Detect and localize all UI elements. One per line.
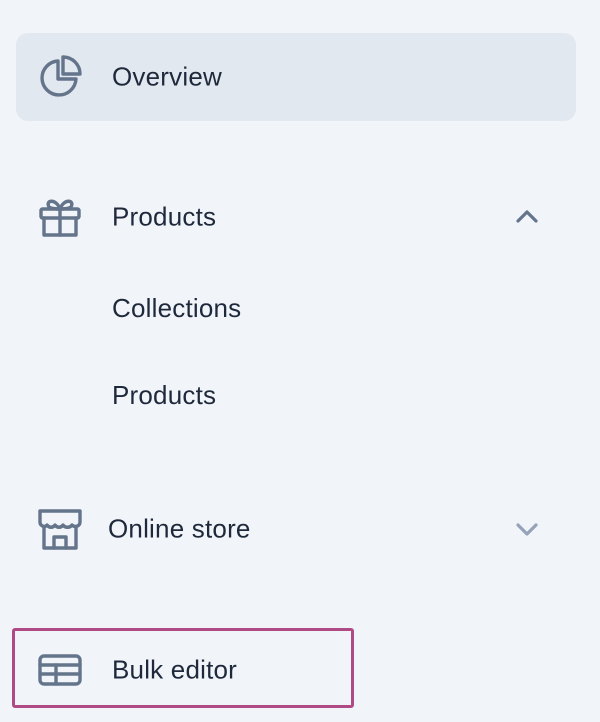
nav-item-label: Bulk editor (112, 654, 238, 685)
nav-item-label: Products (112, 201, 217, 232)
gift-icon (36, 193, 84, 241)
nav-item-online-store[interactable]: Online store (16, 485, 576, 573)
sub-item-collections[interactable]: Collections (112, 283, 241, 333)
chevron-down-icon[interactable] (512, 514, 542, 544)
storefront-icon (36, 505, 84, 553)
nav-item-products[interactable]: Products (16, 173, 576, 261)
nav-item-label: Online store (108, 513, 251, 544)
pie-chart-icon (36, 53, 84, 101)
nav-item-bulk-editor[interactable]: Bulk editor (16, 626, 576, 714)
table-icon (36, 646, 84, 694)
chevron-up-icon[interactable] (512, 202, 542, 232)
sub-item-products[interactable]: Products (112, 370, 216, 420)
nav-item-overview[interactable]: Overview (16, 33, 576, 121)
sidebar-nav: Overview Products Collections Products O… (0, 0, 600, 722)
nav-item-label: Overview (112, 61, 222, 92)
